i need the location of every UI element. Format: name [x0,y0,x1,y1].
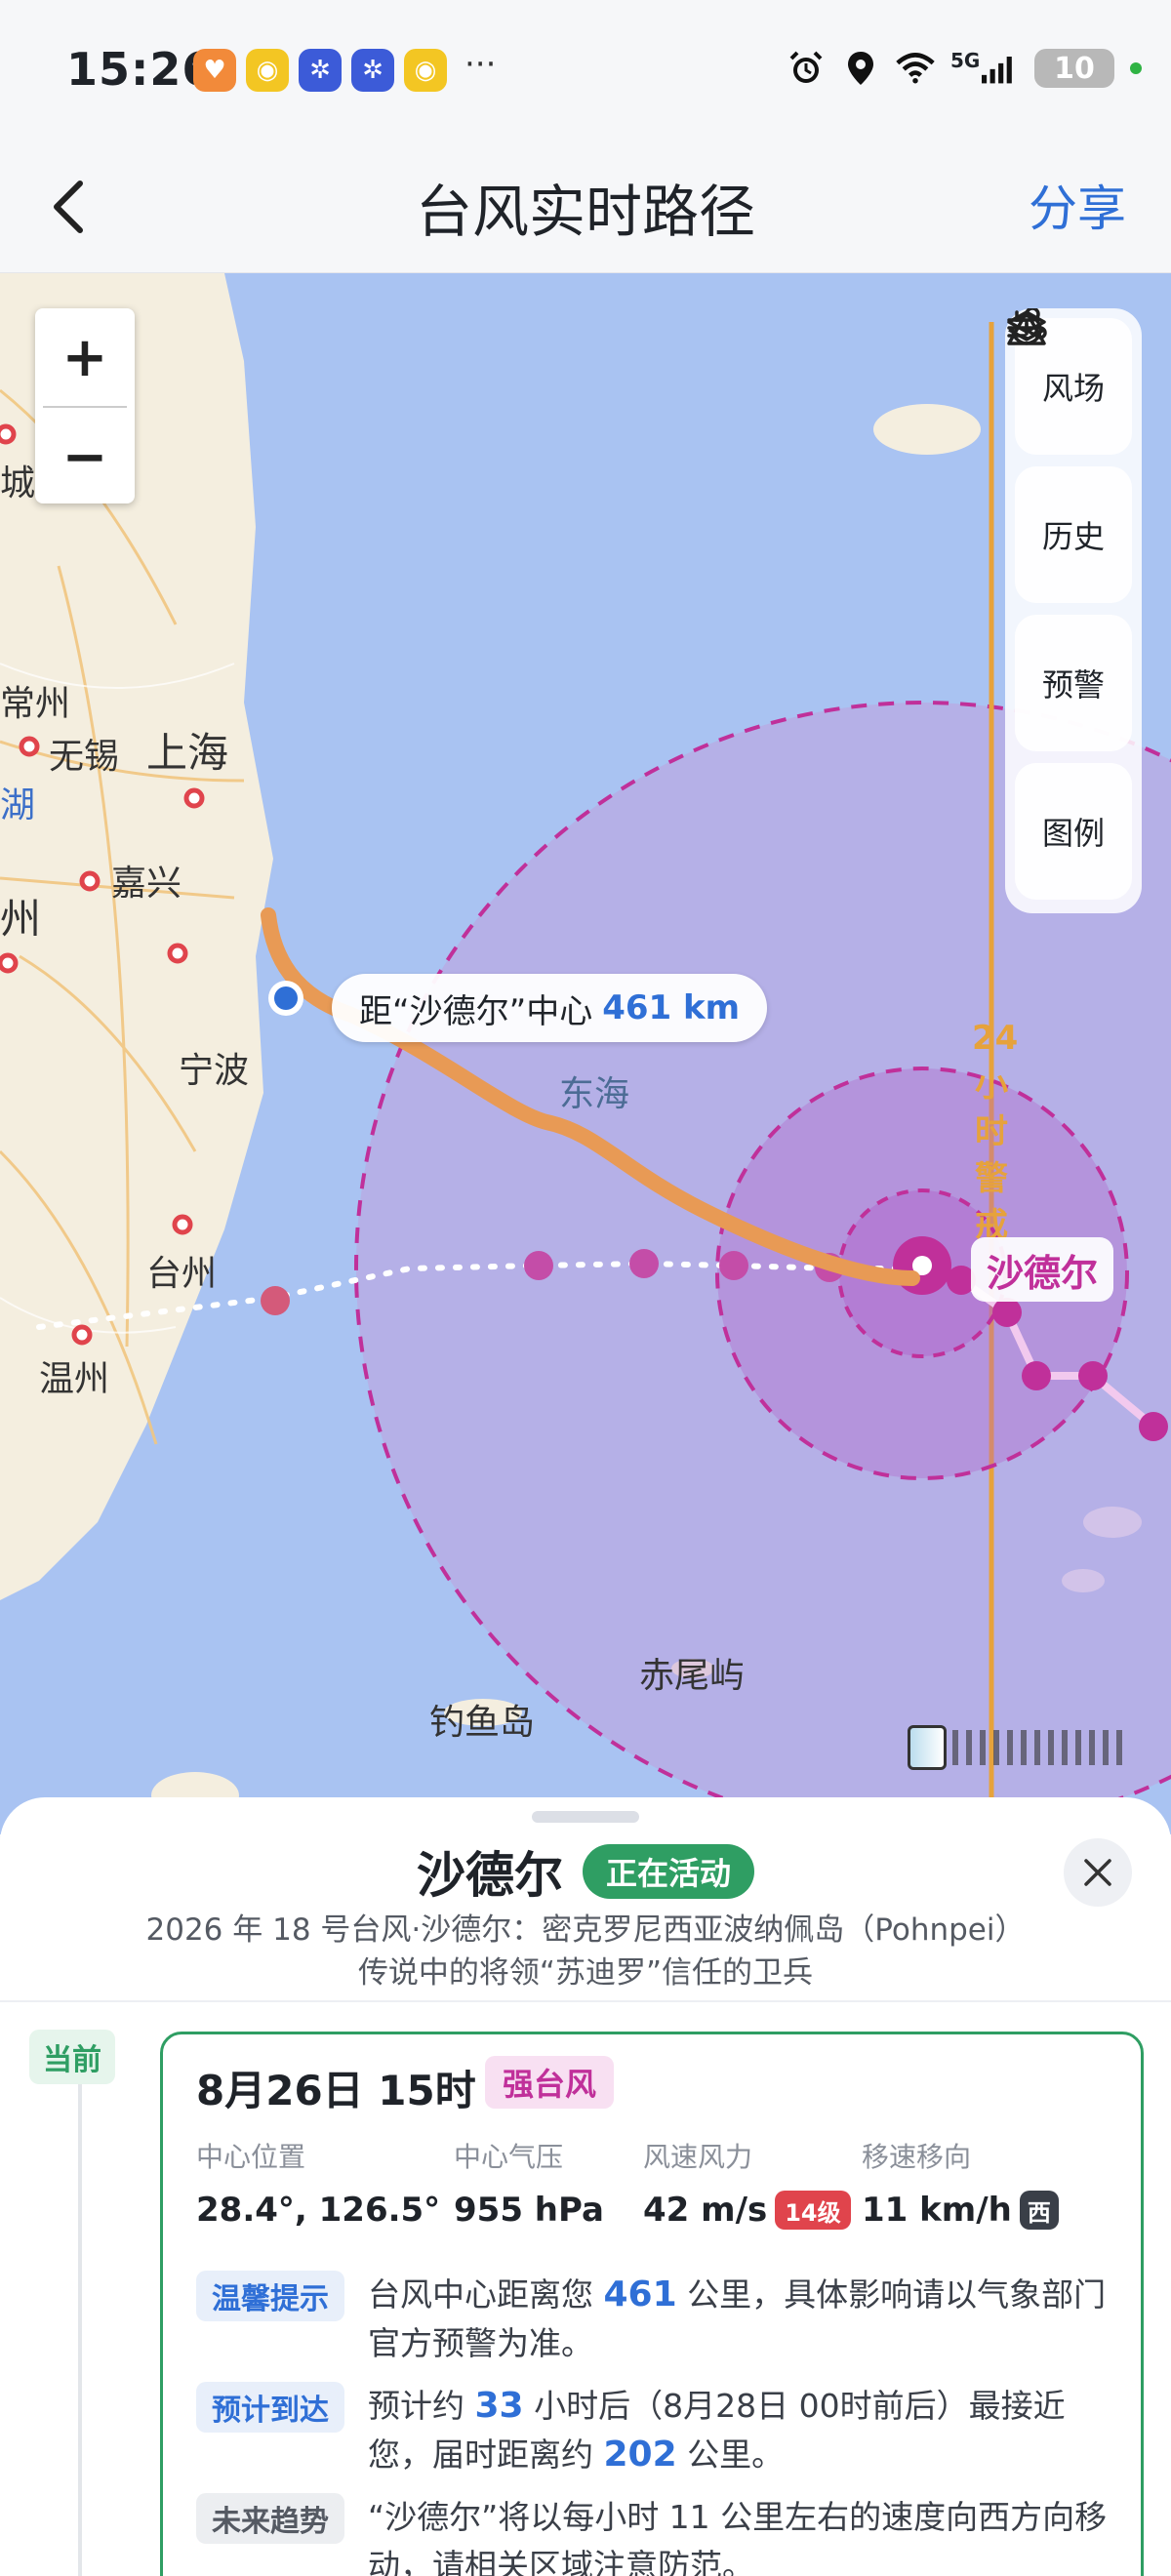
map-label-wenzhou: 温州 [39,1359,110,1399]
tool-label-wind: 风场 [1041,370,1105,407]
wind-text: 42 m/s [643,2191,768,2230]
system-status: 5G 10 [787,49,1142,88]
scale-ruler [952,1730,1122,1765]
zoom-out-button[interactable]: − [35,408,135,505]
zoom-control: + − [35,308,135,503]
value-position: 28.4°, 126.5° [196,2191,440,2230]
drag-handle[interactable] [532,1811,639,1823]
map-label-lake: 湖 [0,785,36,825]
map-label-ningbo: 宁波 [179,1051,250,1091]
status-time: 15:26 [66,43,215,96]
aperture-app-icon-2: ✲ [351,49,394,92]
pressure-text: 955 hPa [454,2191,604,2230]
distance-tooltip: 距“沙德尔”中心 461 km [332,974,768,1042]
tip-row-reminder: 温馨提示 台风中心距离您 461 公里，具体影响请以气象部门官方预警为准。 [196,2271,1123,2368]
value-move: 11 km/h 西 [862,2191,1059,2230]
status-bar: 15:26 ♥ ◉ ✲ ✲ ◉ ··· 5G 10 [0,0,1171,137]
label-position: 中心位置 [196,2141,306,2173]
weibo-icon-2: ◉ [404,49,447,92]
timeline-current-tag: 当前 [29,2030,115,2084]
typhoon-detail-sheet: 沙德尔 正在活动 2026 年 18 号台风·沙德尔：密克罗尼西亚波纳佩岛（Po… [0,1797,1171,2576]
distance-prefix: 距“沙德尔”中心 [359,991,593,1031]
warning-button[interactable]: 预警 [1007,310,1132,751]
typhoon-name: 沙德尔 [416,1847,563,1904]
tip1-num2: 202 [603,2435,677,2475]
value-wind: 42 m/s 14级 [643,2191,851,2230]
map-label-changzhou: 常州 [0,684,71,724]
map-label-wuxi: 无锡 [49,737,120,777]
map-label-diaoyudao: 钓鱼岛 [429,1703,536,1743]
app-root: 15:26 ♥ ◉ ✲ ✲ ◉ ··· 5G 10 台风实时路径 分享 城 常州… [0,0,1171,2576]
desc-line-1: 2026 年 18 号台风·沙德尔：密克罗尼西亚波纳佩岛（Pohnpei） [145,1912,1026,1948]
location-icon [841,49,880,88]
position-text: 28.4°, 126.5° [196,2191,441,2230]
more-notifications-icon: ··· [464,45,497,84]
close-icon [1084,1859,1111,1886]
tip0-num: 461 [603,2274,677,2314]
aperture-app-icon: ✲ [299,49,342,92]
tip1-post: 公里。 [676,2435,785,2474]
tip-row-trend: 未来趋势 “沙德尔”将以每小时 11 公里左右的速度向西方向移动，请相关区域注意… [196,2493,1123,2576]
tip-tag-reminder: 温馨提示 [196,2271,344,2321]
map-label-shanghai: 上海 [146,729,229,777]
tool-label-warning: 预警 [1041,666,1105,704]
tip1-pre: 预计约 [368,2387,475,2425]
map-label-taizhou: 台州 [146,1254,218,1294]
map-label-donghai: 东海 [559,1074,630,1114]
distance-value: 461 km [602,988,741,1027]
desc-line-2: 传说中的将领“苏迪罗”信任的卫兵 [357,1955,814,1991]
tool-label-legend: 图例 [1041,815,1105,852]
map-label-chiweiyu: 赤尾屿 [639,1656,746,1696]
warning-line-label: 24小时警戒 [972,1019,1019,1245]
typhoon-header: 沙德尔 正在活动 [0,1836,1171,1907]
legend-button[interactable]: 图例 [1007,310,1132,900]
signal-5g-icon: 5G [950,49,1019,88]
tip-tag-trend: 未来趋势 [196,2493,344,2544]
heart-app-icon: ♥ [193,49,236,92]
card-time: 8月26日 15时 [196,2067,476,2114]
tip-tag-arrival: 预计到达 [196,2382,344,2433]
tip-text-arrival: 预计约 33 小时后（8月28日 00时前后）最接近您，届时距离约 202 公里… [368,2382,1123,2479]
tip0-pre: 台风中心距离您 [368,2275,604,2314]
map-label-hangzhou: 州 [0,895,42,943]
value-pressure: 955 hPa [454,2191,604,2230]
map-label-jiaxing: 嘉兴 [111,864,182,904]
map-scale-bar [908,1725,1122,1770]
tool-label-history: 历史 [1041,518,1105,555]
history-button[interactable]: 历史 [1011,310,1132,603]
status-badge: 正在活动 [582,1844,754,1899]
label-wind: 风速风力 [643,2141,753,2173]
battery-indicator: 10 [1034,49,1114,88]
label-move: 移速移向 [862,2141,972,2173]
tip-row-arrival: 预计到达 预计约 33 小时后（8月28日 00时前后）最接近您，届时距离约 2… [196,2382,1123,2479]
label-pressure: 中心气压 [454,2141,564,2173]
tip-text-trend: “沙德尔”将以每小时 11 公里左右的速度向西方向移动，请相关区域注意防范。 [368,2498,1108,2576]
map-tool-panel: 风场 历史 预警 图例 [1005,308,1142,913]
map-logo-icon [908,1725,947,1770]
layers-icon [1007,310,1046,342]
move-text: 11 km/h [862,2191,1012,2230]
current-status-card: 8月26日 15时 强台风 中心位置 中心气压 风速风力 移速移向 28.4°,… [160,2032,1144,2576]
typhoon-map-label[interactable]: 沙德尔 [971,1237,1114,1302]
alarm-icon [787,49,826,88]
typhoon-description: 2026 年 18 号台风·沙德尔：密克罗尼西亚波纳佩岛（Pohnpei） 传说… [0,1909,1171,1994]
nav-bar: 台风实时路径 分享 [0,137,1171,273]
page-title: 台风实时路径 [415,179,755,245]
wind-grade-badge: 14级 [775,2191,851,2230]
tip1-num: 33 [474,2386,524,2426]
zoom-in-button[interactable]: + [35,308,135,406]
close-button[interactable] [1064,1838,1132,1907]
intensity-badge: 强台风 [485,2056,615,2109]
typhoon-map[interactable]: 城 常州 无锡 上海 湖 州 嘉兴 宁波 东海 台州 温州 赤尾屿 钓鱼岛 + … [0,273,1171,1834]
weibo-icon: ◉ [246,49,289,92]
notification-icons: ♥ ◉ ✲ ✲ ◉ [193,49,447,92]
share-button[interactable]: 分享 [1029,170,1126,240]
timeline-line [78,2051,82,2576]
map-label-city: 城 [0,463,36,503]
tip-text-reminder: 台风中心距离您 461 公里，具体影响请以气象部门官方预警为准。 [368,2271,1123,2368]
move-direction-badge: 西 [1019,2191,1059,2230]
privacy-dot [1130,62,1142,74]
wifi-icon [896,49,935,88]
sheet-divider [0,2000,1171,2002]
